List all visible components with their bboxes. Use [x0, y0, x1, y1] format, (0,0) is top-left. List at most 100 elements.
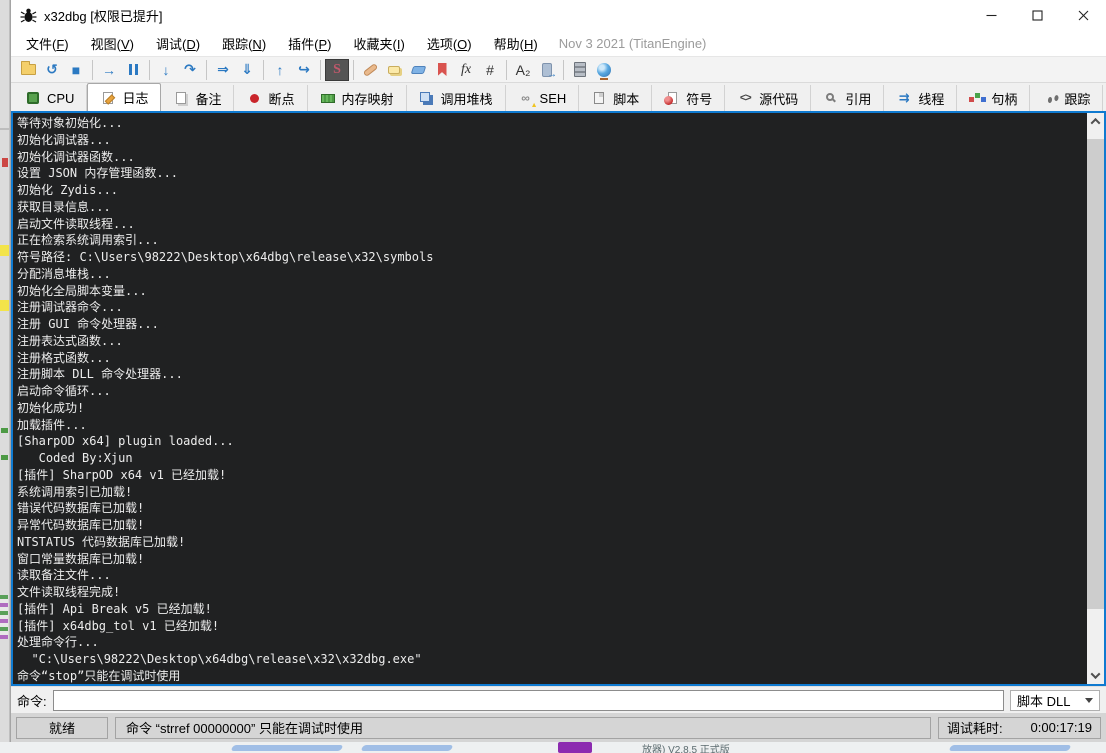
- stop-icon: ■: [72, 62, 80, 78]
- command-mode-dropdown[interactable]: 脚本 DLL: [1010, 690, 1100, 711]
- debug-time-panel: 调试耗时: 0:00:17:19: [938, 717, 1101, 739]
- log-line: 初始化调试器...: [17, 132, 1087, 149]
- menu-options[interactable]: 选项(O): [416, 30, 483, 57]
- hash-button[interactable]: #: [478, 59, 502, 81]
- tab-script[interactable]: 脚本: [579, 85, 652, 111]
- step-into-icon: ↓: [163, 62, 170, 78]
- step-into-button[interactable]: ↓: [154, 59, 178, 81]
- tab-notes[interactable]: 备注: [161, 85, 234, 111]
- label-icon: [410, 66, 426, 74]
- cpu-glyph: [27, 92, 39, 104]
- log-line: 处理命令行...: [17, 634, 1087, 651]
- run-button[interactable]: →: [97, 59, 121, 81]
- status-message-text: 命令 “strref 00000000” 只能在调试时使用: [126, 718, 363, 737]
- sharpod-plugin-button[interactable]: S: [325, 59, 349, 81]
- tab-label: 句柄: [991, 89, 1017, 108]
- command-bar: 命令: 脚本 DLL: [11, 686, 1106, 713]
- tab-references[interactable]: 引用: [811, 85, 884, 111]
- open-file-button[interactable]: [16, 59, 40, 81]
- tab-handles[interactable]: 句柄: [957, 85, 1030, 111]
- patch-button[interactable]: [358, 59, 382, 81]
- hash-icon: #: [486, 62, 494, 78]
- tab-label: 日志: [122, 88, 148, 107]
- menu-view[interactable]: 视图(V): [80, 30, 145, 57]
- tab-breakpoints[interactable]: 断点: [234, 85, 307, 111]
- close-button[interactable]: [1060, 0, 1106, 30]
- maximize-icon: [1032, 10, 1043, 21]
- tab-cpu[interactable]: CPU: [13, 85, 87, 111]
- comment-button[interactable]: [382, 59, 406, 81]
- log-line: "C:\Users\98222\Desktop\x64dbg\release\x…: [17, 651, 1087, 668]
- symbols-icon: [664, 91, 680, 106]
- log-line: 初始化全局脚本变量...: [17, 283, 1087, 300]
- script-icon: [591, 91, 607, 106]
- menu-debug[interactable]: 调试(D): [145, 30, 211, 57]
- expression-function-icon: fx: [461, 62, 471, 78]
- patch-icon: [362, 63, 378, 77]
- scroll-down-button[interactable]: [1087, 667, 1104, 684]
- maximize-button[interactable]: [1014, 0, 1060, 30]
- font-size-button[interactable]: A₂: [511, 59, 535, 81]
- run-to-user-code-button[interactable]: ↑: [268, 59, 292, 81]
- label-button[interactable]: [406, 59, 430, 81]
- minimize-button[interactable]: [968, 0, 1014, 30]
- menu-favourites[interactable]: 收藏夹(I): [343, 30, 416, 57]
- globe-button[interactable]: [592, 59, 616, 81]
- toolbar: ↺ ■ → ↓ ↷ ⇒⇓ ↑↪ Sfx # A₂: [11, 56, 1106, 83]
- toolbar-separator: [263, 60, 264, 80]
- log-scrollbar[interactable]: [1087, 113, 1104, 684]
- log-line: 正在检索系统调用索引...: [17, 232, 1087, 249]
- menu-plugins[interactable]: 插件(P): [277, 30, 342, 57]
- log-output[interactable]: 等待对象初始化...初始化调试器...初始化调试器函数...设置 JSON 内存…: [13, 113, 1087, 684]
- background-fragment: [2, 158, 8, 167]
- tab-memory-map[interactable]: 内存映射: [308, 85, 407, 111]
- log-line: 读取备注文件...: [17, 567, 1087, 584]
- trace-icon: [1042, 91, 1058, 106]
- tab-source[interactable]: <>源代码: [725, 85, 811, 111]
- tab-label: 跟踪: [1064, 89, 1090, 108]
- tab-label: 源代码: [759, 89, 798, 108]
- title-bar[interactable]: x32dbg [权限已提升]: [11, 0, 1106, 30]
- execute-till-return-button[interactable]: ⇒: [211, 59, 235, 81]
- background-fragment: [0, 300, 9, 311]
- tab-threads[interactable]: ⇉线程: [884, 85, 957, 111]
- step-out-button[interactable]: ⇓: [235, 59, 259, 81]
- log-line: 分配消息堆栈...: [17, 266, 1087, 283]
- watermark-stroke: [361, 745, 454, 751]
- watermark-stroke: [949, 745, 1072, 751]
- expression-function-button[interactable]: fx: [454, 59, 478, 81]
- threads-glyph: ⇉: [899, 90, 910, 106]
- restart-button[interactable]: ↺: [40, 59, 64, 81]
- command-input[interactable]: [53, 690, 1004, 711]
- pause-button[interactable]: [121, 59, 145, 81]
- attach-button[interactable]: ↪: [292, 59, 316, 81]
- log-panel: 等待对象初始化...初始化调试器...初始化调试器函数...设置 JSON 内存…: [11, 111, 1106, 686]
- bookmark-button[interactable]: [430, 59, 454, 81]
- comment-icon: [388, 66, 400, 74]
- tab-log[interactable]: 日志: [87, 83, 161, 111]
- background-fragment: [0, 128, 10, 130]
- tab-symbols[interactable]: 符号: [652, 85, 725, 111]
- background-version-text: 放器) V2.8.5 正式版: [642, 742, 730, 753]
- menu-help[interactable]: 帮助(H): [483, 30, 549, 57]
- bug-icon: [20, 7, 37, 24]
- tab-seh[interactable]: ∞SEH: [506, 85, 580, 111]
- log-line: 错误代码数据库已加载!: [17, 500, 1087, 517]
- log-line: 启动命令循环...: [17, 383, 1087, 400]
- tab-trace[interactable]: 跟踪: [1030, 85, 1103, 111]
- window-title: x32dbg [权限已提升]: [44, 6, 163, 25]
- tab-call-stack[interactable]: 调用堆栈: [407, 85, 506, 111]
- handles-glyph: [975, 93, 980, 98]
- step-over-button[interactable]: ↷: [178, 59, 202, 81]
- send-to-device-button[interactable]: [535, 59, 559, 81]
- status-state-text: 就绪: [49, 718, 75, 737]
- references-icon: [823, 91, 839, 106]
- calculator-button[interactable]: [568, 59, 592, 81]
- tab-label: 引用: [845, 89, 871, 108]
- menu-trace[interactable]: 跟踪(N): [211, 30, 277, 57]
- tab-label: CPU: [47, 91, 74, 106]
- menu-file[interactable]: 文件(F): [15, 30, 80, 57]
- scroll-up-button[interactable]: [1087, 113, 1104, 130]
- scrollbar-thumb[interactable]: [1087, 139, 1104, 609]
- stop-button[interactable]: ■: [64, 59, 88, 81]
